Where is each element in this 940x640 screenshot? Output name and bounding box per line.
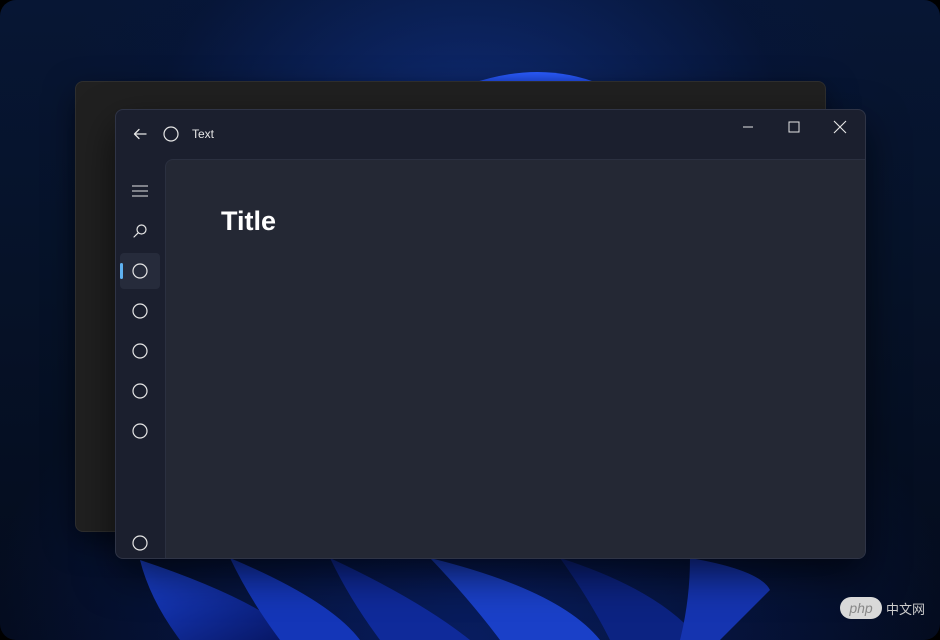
page-title: Title <box>221 206 277 236</box>
circle-icon <box>132 343 148 359</box>
app-window: Text Title <box>115 109 866 559</box>
watermark-text: 中文网 <box>886 601 926 617</box>
minimize-button[interactable] <box>725 110 771 144</box>
close-button[interactable] <box>817 110 863 144</box>
circle-icon <box>132 423 148 439</box>
desktop-wallpaper: Text Title php 中文网 <box>0 0 940 640</box>
navigation-pane <box>116 159 165 558</box>
circle-icon <box>132 303 148 319</box>
circle-icon <box>132 535 148 551</box>
nav-item-3[interactable] <box>120 333 160 369</box>
back-button[interactable] <box>129 123 151 145</box>
selection-indicator <box>120 263 123 279</box>
content-area: Title <box>165 159 865 558</box>
back-arrow-icon <box>133 128 147 140</box>
watermark-logo: php <box>840 597 882 619</box>
window-title: Text <box>192 127 215 141</box>
hamburger-icon <box>132 185 148 197</box>
maximize-button[interactable] <box>771 110 817 144</box>
circle-icon <box>132 263 148 279</box>
maximize-icon <box>788 121 800 133</box>
minimize-icon <box>743 126 753 128</box>
nav-item-4[interactable] <box>120 373 160 409</box>
close-icon <box>833 120 847 134</box>
watermark: php 中文网 <box>840 596 936 620</box>
nav-item-1[interactable] <box>120 253 160 289</box>
nav-footer-item[interactable] <box>120 525 160 558</box>
nav-menu-toggle[interactable] <box>120 173 160 209</box>
circle-icon <box>132 383 148 399</box>
nav-item-5[interactable] <box>120 413 160 449</box>
nav-item-2[interactable] <box>120 293 160 329</box>
app-circle-icon <box>163 126 179 142</box>
search-icon <box>133 224 147 238</box>
title-bar[interactable]: Text <box>116 110 865 159</box>
nav-search[interactable] <box>120 213 160 249</box>
